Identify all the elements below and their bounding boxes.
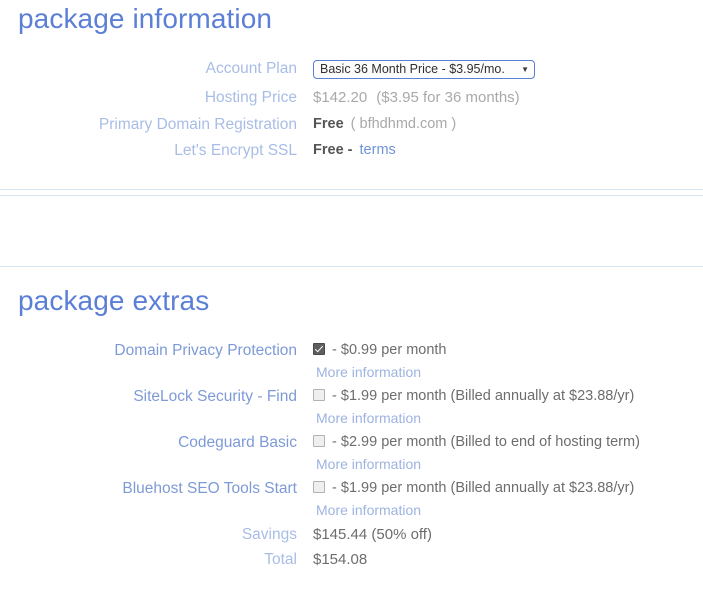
row-hosting-price: Hosting Price $142.20 ($3.95 for 36 mont… <box>0 87 703 109</box>
price-codeguard-basic: - $2.99 per month (Billed to end of host… <box>332 434 640 450</box>
chevron-down-icon: ▼ <box>521 64 529 74</box>
value-total: $154.08 <box>313 551 368 568</box>
divider-top <box>0 189 703 190</box>
price-sitelock-security: - $1.99 per month (Billed annually at $2… <box>332 388 635 404</box>
label-lets-encrypt-ssl: Let's Encrypt SSL <box>174 142 297 159</box>
row-lets-encrypt-ssl: Let's Encrypt SSL Free - terms <box>0 140 703 161</box>
ssl-free-text: Free - <box>313 142 353 158</box>
checkbox-sitelock-security[interactable] <box>313 389 325 401</box>
package-extras-rows: Domain Privacy Protection - $0.99 per mo… <box>0 340 703 575</box>
value-domain-privacy-protection: - $0.99 per month <box>313 340 703 361</box>
value-sitelock-security: - $1.99 per month (Billed annually at $2… <box>313 386 703 407</box>
more-information-link-domain-privacy-protection[interactable]: More information <box>316 364 421 380</box>
label-domain-privacy-protection: Domain Privacy Protection <box>114 342 297 359</box>
label-account-plan: Account Plan <box>205 60 297 77</box>
more-link-wrap: More information <box>313 502 421 520</box>
price-bluehost-seo-tools: - $1.99 per month (Billed annually at $2… <box>332 480 635 496</box>
checkbox-codeguard-basic[interactable] <box>313 435 325 447</box>
row-total: Total $154.08 <box>0 549 703 570</box>
more-link-wrap: More information <box>313 410 421 428</box>
label-total: Total <box>264 551 297 568</box>
row-bluehost-seo-tools: Bluehost SEO Tools Start - $1.99 per mon… <box>0 478 703 499</box>
hosting-price-amount: $142.20 <box>313 89 368 106</box>
value-hosting-price: $142.20 ($3.95 for 36 months) <box>313 87 703 109</box>
checkout-package-page: package information Account Plan Basic 3… <box>0 0 703 609</box>
more-link-wrap: More information <box>313 364 421 382</box>
divider-section-upper <box>0 195 703 196</box>
label-hosting-price: Hosting Price <box>204 89 297 106</box>
more-information-row-codeguard-basic: More information <box>0 456 703 474</box>
more-information-link-codeguard-basic[interactable]: More information <box>316 456 421 472</box>
account-plan-select[interactable]: Basic 36 Month Price - $3.95/mo. ▼ <box>313 60 535 79</box>
divider-section-lower <box>0 266 703 267</box>
more-information-row-bluehost-seo-tools: More information <box>0 502 703 520</box>
label-primary-domain-registration: Primary Domain Registration <box>98 116 297 133</box>
value-codeguard-basic: - $2.99 per month (Billed to end of host… <box>313 432 703 453</box>
value-bluehost-seo-tools: - $1.99 per month (Billed annually at $2… <box>313 478 703 499</box>
value-savings: $145.44 (50% off) <box>313 526 432 543</box>
primary-domain-free-text: Free <box>313 116 344 132</box>
checkbox-domain-privacy-protection[interactable] <box>313 343 325 355</box>
value-lets-encrypt-ssl: Free - terms <box>313 140 703 161</box>
label-sitelock-security: SiteLock Security - Find <box>133 388 297 405</box>
more-information-row-sitelock-security: More information <box>0 410 703 428</box>
row-savings: Savings $145.44 (50% off) <box>0 524 703 545</box>
label-savings: Savings <box>241 526 297 543</box>
value-account-plan: Basic 36 Month Price - $3.95/mo. ▼ <box>313 58 703 79</box>
package-information-rows: Account Plan Basic 36 Month Price - $3.9… <box>0 58 703 166</box>
page-title-package-extras: package extras <box>18 285 210 316</box>
value-primary-domain-registration: Free ( bfhdhmd.com ) <box>313 114 703 135</box>
row-account-plan: Account Plan Basic 36 Month Price - $3.9… <box>0 58 703 79</box>
hosting-price-note: ($3.95 for 36 months) <box>376 89 520 106</box>
row-primary-domain-registration: Primary Domain Registration Free ( bfhdh… <box>0 114 703 135</box>
account-plan-selected-value: Basic 36 Month Price - $3.95/mo. <box>320 62 505 76</box>
row-domain-privacy-protection: Domain Privacy Protection - $0.99 per mo… <box>0 340 703 361</box>
price-domain-privacy-protection: - $0.99 per month <box>332 342 447 358</box>
more-link-wrap: More information <box>313 456 421 474</box>
row-sitelock-security: SiteLock Security - Find - $1.99 per mon… <box>0 386 703 407</box>
more-information-link-bluehost-seo-tools[interactable]: More information <box>316 502 421 518</box>
primary-domain-name: ( bfhdhmd.com ) <box>350 116 457 132</box>
checkbox-bluehost-seo-tools[interactable] <box>313 481 325 493</box>
ssl-terms-link[interactable]: terms <box>357 142 396 158</box>
page-title-package-information: package information <box>18 3 273 34</box>
label-codeguard-basic: Codeguard Basic <box>178 434 297 451</box>
more-information-row-domain-privacy-protection: More information <box>0 364 703 382</box>
row-codeguard-basic: Codeguard Basic - $2.99 per month (Bille… <box>0 432 703 453</box>
more-information-link-sitelock-security[interactable]: More information <box>316 410 421 426</box>
label-bluehost-seo-tools: Bluehost SEO Tools Start <box>122 480 297 497</box>
